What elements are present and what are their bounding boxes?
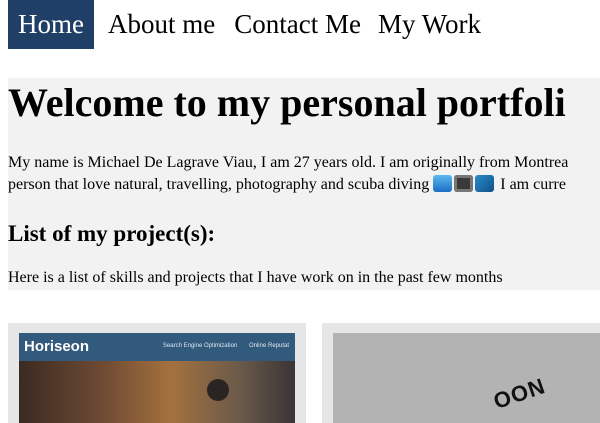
intro-text-line-1: My name is Michael De Lagrave Viau, I am… — [8, 154, 569, 171]
screenshot-header: Horiseon Search Engine Optimization Onli… — [19, 333, 295, 361]
nav-contact-me-link[interactable]: Contact Me — [226, 0, 369, 49]
page-title: Welcome to my personal portfoli — [8, 80, 566, 125]
intro-text-line-2-end: I am curre — [500, 176, 566, 193]
project-screenshot-2[interactable]: OON — [333, 333, 600, 423]
main-nav: Home About me Contact Me My Work — [8, 0, 490, 49]
intro-text-line-2-start: person that love natural, travelling, ph… — [8, 176, 430, 193]
wave-emoji-icon — [433, 175, 453, 192]
screenshot-nav-link-2: Online Reputat — [248, 343, 289, 349]
intro-text-line-2: person that love natural, travelling, ph… — [8, 174, 600, 196]
intro-panel: Welcome to my personal portfoli My name … — [8, 78, 600, 290]
photo-person-silhouette — [207, 379, 229, 401]
dolphin-emoji-icon — [475, 175, 495, 192]
nav-about-me-link[interactable]: About me — [99, 0, 224, 49]
screenshot-hero-photo — [19, 361, 295, 423]
project-card-2[interactable]: OON — [322, 323, 600, 423]
project-screenshot-horiseon[interactable]: Horiseon Search Engine Optimization Onli… — [19, 333, 295, 423]
camera-emoji-icon — [454, 175, 474, 192]
project-card-1[interactable]: Horiseon Search Engine Optimization Onli… — [8, 323, 306, 423]
projects-heading: List of my project(s): — [8, 221, 216, 246]
intro-text: My name is Michael De Lagrave Viau, I am… — [8, 152, 600, 196]
screenshot-2-text: OON — [490, 373, 549, 414]
screenshot-brand: Horiseon — [24, 338, 90, 355]
screenshot-nav: Search Engine Optimization Online Reputa… — [153, 343, 289, 349]
screenshot-nav-link-1: Search Engine Optimization — [162, 343, 238, 349]
nav-home-link[interactable]: Home — [8, 0, 94, 49]
nav-my-work-link[interactable]: My Work — [369, 0, 490, 49]
projects-description: Here is a list of skills and projects th… — [8, 269, 503, 286]
